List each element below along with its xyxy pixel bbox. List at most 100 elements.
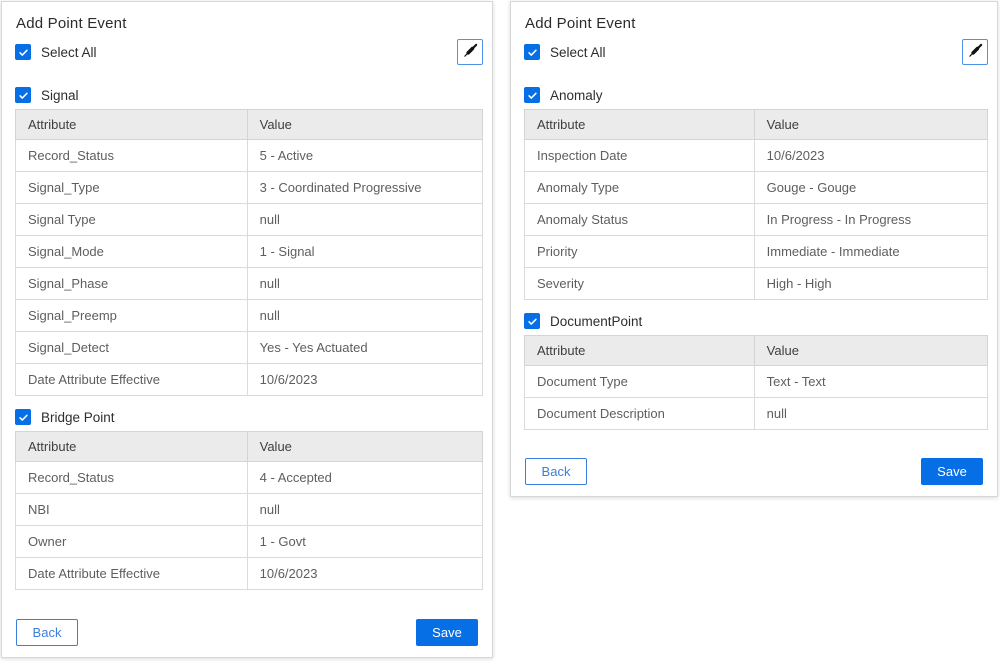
value-cell: 3 - Coordinated Progressive (247, 172, 482, 204)
table-row: Document Descriptionnull (525, 398, 988, 430)
value-cell: High - High (754, 268, 987, 300)
section-label: Anomaly (550, 88, 603, 103)
checkbox-checked-icon[interactable] (15, 409, 31, 425)
section-checkbox[interactable]: Anomaly (524, 87, 988, 103)
eyedropper-button[interactable] (457, 39, 483, 65)
table-header-row: AttributeValue (16, 432, 483, 462)
attribute-table: AttributeValueRecord_Status5 - ActiveSig… (15, 109, 483, 396)
attribute-cell: Priority (525, 236, 755, 268)
page-title: Add Point Event (16, 15, 483, 32)
column-header: Attribute (16, 110, 248, 140)
section-checkbox[interactable]: Signal (15, 87, 483, 103)
attribute-cell: Date Attribute Effective (16, 364, 248, 396)
table-header-row: AttributeValue (16, 110, 483, 140)
section-label-row: Anomaly (524, 87, 988, 103)
value-cell: Text - Text (754, 366, 987, 398)
table-row: Signal_Mode1 - Signal (16, 236, 483, 268)
table-row: Signal_Phasenull (16, 268, 483, 300)
table-row: Signal_DetectYes - Yes Actuated (16, 332, 483, 364)
table-row: Anomaly TypeGouge - Gouge (525, 172, 988, 204)
section-label: Signal (41, 88, 79, 103)
checkbox-checked-icon[interactable] (15, 44, 31, 60)
table-row: Signal_Preempnull (16, 300, 483, 332)
select-all-checkbox[interactable]: Select All (524, 44, 606, 60)
table-row: Date Attribute Effective10/6/2023 (16, 558, 483, 590)
column-header: Attribute (525, 110, 755, 140)
section-label: Bridge Point (41, 410, 115, 425)
add-point-event-screens: Add Point Event Select All Signal Attribu… (0, 0, 1000, 661)
attribute-table: AttributeValueDocument TypeText - TextDo… (524, 335, 988, 430)
value-cell: Yes - Yes Actuated (247, 332, 482, 364)
event-layer-section: Bridge Point AttributeValueRecord_Status4… (15, 409, 483, 590)
table-header-row: AttributeValue (525, 110, 988, 140)
table-row: Anomaly StatusIn Progress - In Progress (525, 204, 988, 236)
attribute-cell: Document Type (525, 366, 755, 398)
save-button[interactable]: Save (921, 458, 983, 485)
eyedropper-icon (967, 42, 984, 62)
save-button[interactable]: Save (416, 619, 478, 646)
eyedropper-icon (462, 42, 479, 62)
table-row: Record_Status4 - Accepted (16, 462, 483, 494)
attribute-cell: Record_Status (16, 462, 248, 494)
attribute-cell: Anomaly Status (525, 204, 755, 236)
table-row: Date Attribute Effective10/6/2023 (16, 364, 483, 396)
attribute-cell: Owner (16, 526, 248, 558)
attribute-cell: Signal Type (16, 204, 248, 236)
table-row: Signal Typenull (16, 204, 483, 236)
table-row: Document TypeText - Text (525, 366, 988, 398)
value-cell: 1 - Signal (247, 236, 482, 268)
value-cell: 10/6/2023 (247, 364, 482, 396)
value-cell: 4 - Accepted (247, 462, 482, 494)
table-row: Record_Status5 - Active (16, 140, 483, 172)
table-row: NBInull (16, 494, 483, 526)
section-checkbox[interactable]: DocumentPoint (524, 313, 988, 329)
checkbox-checked-icon[interactable] (524, 44, 540, 60)
attribute-cell: Signal_Preemp (16, 300, 248, 332)
value-cell: Gouge - Gouge (754, 172, 987, 204)
column-header: Value (247, 432, 482, 462)
value-cell: 10/6/2023 (247, 558, 482, 590)
table-row: Inspection Date10/6/2023 (525, 140, 988, 172)
attribute-cell: Inspection Date (525, 140, 755, 172)
attribute-table: AttributeValueInspection Date10/6/2023An… (524, 109, 988, 300)
attribute-cell: Signal_Detect (16, 332, 248, 364)
section-label: DocumentPoint (550, 314, 642, 329)
attribute-cell: Severity (525, 268, 755, 300)
checkbox-checked-icon[interactable] (524, 313, 540, 329)
section-checkbox[interactable]: Bridge Point (15, 409, 483, 425)
value-cell: null (247, 268, 482, 300)
column-header: Value (247, 110, 482, 140)
checkbox-checked-icon[interactable] (15, 87, 31, 103)
add-point-event-panel-left: Add Point Event Select All Signal Attribu… (1, 1, 493, 658)
attribute-cell: Record_Status (16, 140, 248, 172)
section-label-row: DocumentPoint (524, 313, 988, 329)
attribute-cell: Signal_Type (16, 172, 248, 204)
value-cell: Immediate - Immediate (754, 236, 987, 268)
value-cell: 1 - Govt (247, 526, 482, 558)
value-cell: In Progress - In Progress (754, 204, 987, 236)
value-cell: null (247, 300, 482, 332)
eyedropper-button[interactable] (962, 39, 988, 65)
attribute-cell: Signal_Mode (16, 236, 248, 268)
back-button[interactable]: Back (16, 619, 78, 646)
table-row: PriorityImmediate - Immediate (525, 236, 988, 268)
select-all-row: Select All (15, 44, 483, 70)
select-all-row: Select All (524, 44, 988, 70)
select-all-label: Select All (41, 45, 97, 60)
value-cell: null (754, 398, 987, 430)
table-row: Owner1 - Govt (16, 526, 483, 558)
table-row: SeverityHigh - High (525, 268, 988, 300)
page-title: Add Point Event (525, 15, 988, 32)
value-cell: null (247, 204, 482, 236)
event-layer-section: Anomaly AttributeValueInspection Date10/6… (524, 87, 988, 300)
table-row: Signal_Type3 - Coordinated Progressive (16, 172, 483, 204)
select-all-checkbox[interactable]: Select All (15, 44, 97, 60)
checkbox-checked-icon[interactable] (524, 87, 540, 103)
select-all-label: Select All (550, 45, 606, 60)
back-button[interactable]: Back (525, 458, 587, 485)
attribute-cell: Document Description (525, 398, 755, 430)
section-label-row: Signal (15, 87, 483, 103)
column-header: Attribute (525, 336, 755, 366)
attribute-cell: Signal_Phase (16, 268, 248, 300)
table-header-row: AttributeValue (525, 336, 988, 366)
